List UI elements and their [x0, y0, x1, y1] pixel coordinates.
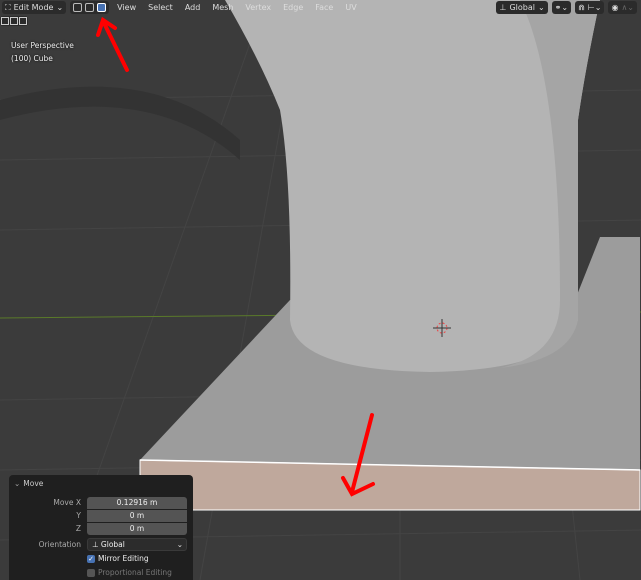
move-y-field[interactable]: 0 m	[87, 510, 187, 522]
proportional-edit-toggle[interactable]: ◉ ∧⌄	[608, 1, 637, 14]
select-mode-group	[70, 1, 110, 14]
proportional-editing-label: Proportional Editing	[98, 568, 172, 577]
select-new-icon[interactable]	[1, 17, 9, 25]
proportional-icon: ◉	[611, 3, 619, 12]
select-subtract-icon[interactable]	[19, 17, 27, 25]
select-extend-icon[interactable]	[10, 17, 18, 25]
menu-face[interactable]: Face	[311, 3, 337, 12]
object-name: (100) Cube	[11, 54, 53, 63]
orientation-axes-icon: ⊥	[92, 540, 101, 549]
panel-header[interactable]: ⌄ Move	[14, 479, 43, 488]
move-x-field[interactable]: 0.12916 m	[87, 497, 187, 509]
chevron-down-icon: ⌄	[56, 3, 64, 12]
menu-view[interactable]: View	[113, 3, 140, 12]
orientation-axes-icon: ⊥	[499, 3, 507, 12]
orientation-label: Global	[509, 3, 535, 12]
adjust-last-operation-panel: ⌄ Move Move X 0.12916 m Y 0 m Z 0 m Orie…	[9, 475, 193, 580]
move-z-label: Z	[75, 524, 81, 533]
menu-vertex[interactable]: Vertex	[241, 3, 275, 12]
menu-uv[interactable]: UV	[341, 3, 360, 12]
chevron-down-icon: ⌄	[176, 540, 183, 549]
falloff-icon: ∧⌄	[621, 3, 634, 12]
move-z-field[interactable]: 0 m	[87, 523, 187, 535]
snap-target-icon: ⊢⌄	[587, 3, 602, 12]
pivot-point-dropdown[interactable]: ⚭⌄	[551, 1, 572, 14]
snap-toggle[interactable]: ⋒ ⊢⌄	[575, 1, 605, 14]
mirror-editing-label: Mirror Editing	[98, 554, 149, 563]
view-name: User Perspective	[11, 41, 74, 50]
pivot-icon: ⚭⌄	[554, 3, 569, 12]
proportional-editing-checkbox[interactable]: Proportional Editing	[87, 568, 172, 577]
magnet-icon: ⋒	[578, 3, 585, 12]
mirror-editing-checkbox[interactable]: ✓ Mirror Editing	[87, 554, 149, 563]
mode-selector[interactable]: ⛶ Edit Mode ⌄	[2, 1, 67, 14]
orientation-value: Global	[100, 540, 125, 549]
face-select-icon[interactable]	[97, 3, 107, 12]
menu-select[interactable]: Select	[144, 3, 177, 12]
chevron-down-icon: ⌄	[537, 3, 545, 12]
orientation-dropdown[interactable]: ⊥ Global ⌄	[87, 538, 187, 551]
checkbox-box	[87, 568, 95, 577]
menu-add[interactable]: Add	[181, 3, 205, 12]
menu-edge[interactable]: Edge	[279, 3, 307, 12]
menu-mesh[interactable]: Mesh	[208, 3, 237, 12]
edit-mode-icon: ⛶	[5, 2, 11, 12]
orientation-label: Orientation	[38, 540, 81, 549]
move-x-label: Move X	[53, 498, 81, 507]
checkmark-icon: ✓	[87, 554, 95, 563]
header-right-tools: ⊥ Global ⌄ ⚭⌄ ⋒ ⊢⌄ ◉ ∧⌄	[496, 1, 637, 14]
vertex-select-icon[interactable]	[73, 3, 83, 12]
edge-select-icon[interactable]	[85, 3, 95, 12]
mode-label: Edit Mode	[13, 3, 54, 12]
panel-title: Move	[23, 479, 44, 488]
chevron-down-icon: ⌄	[14, 479, 21, 488]
transform-orientation-dropdown[interactable]: ⊥ Global ⌄	[496, 1, 548, 14]
tool-settings	[0, 16, 28, 26]
viewport-info: User Perspective (100) Cube	[11, 39, 74, 65]
move-y-label: Y	[76, 511, 81, 520]
